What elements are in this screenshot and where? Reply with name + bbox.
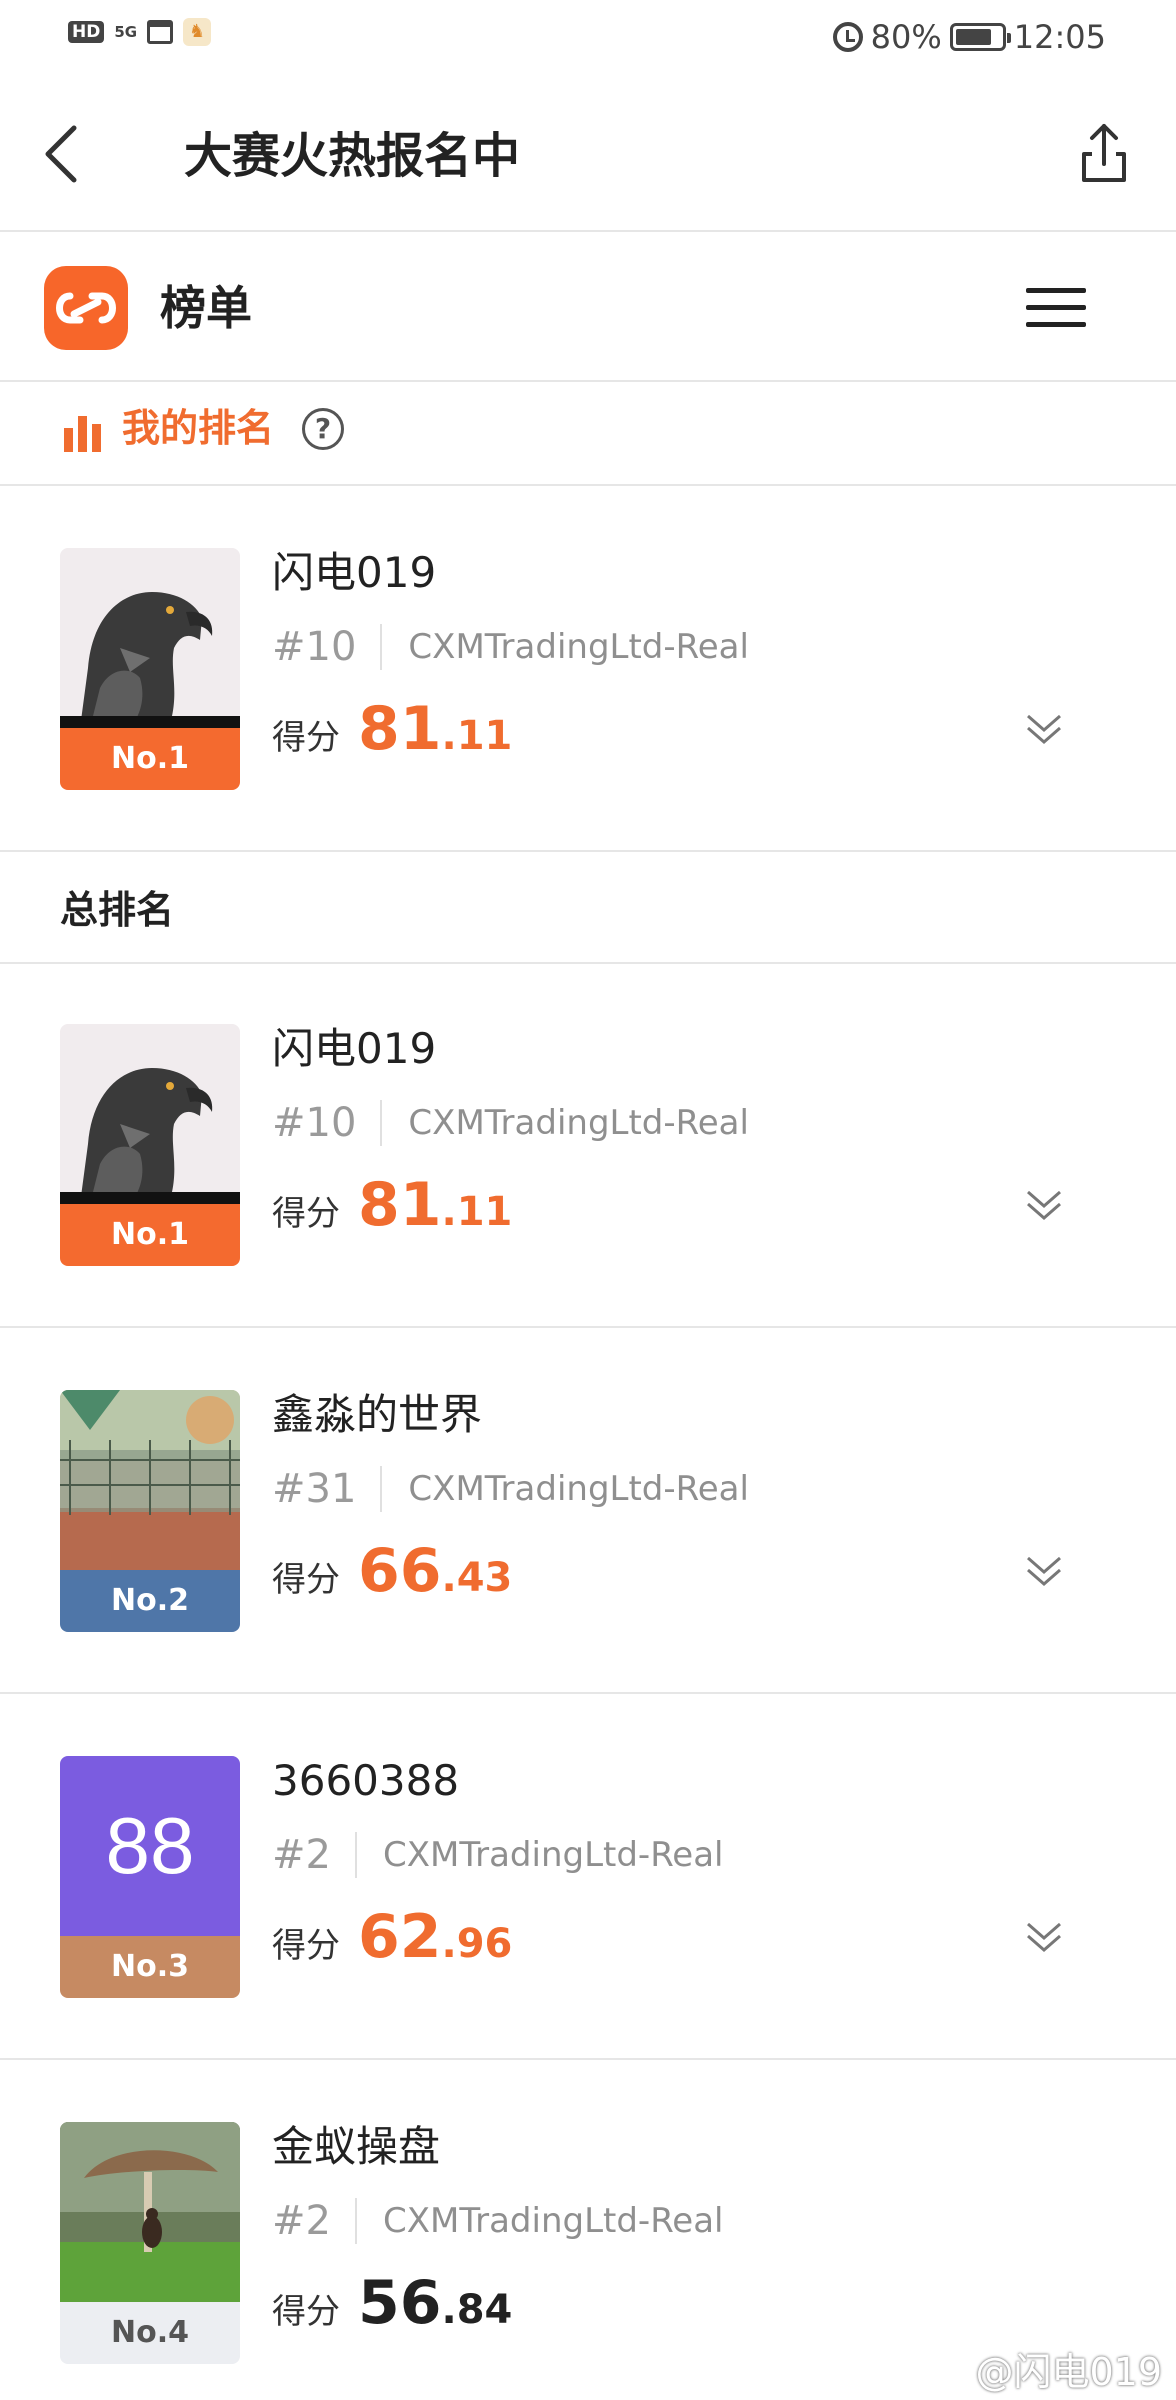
title-bar: 大赛火热报名中 xyxy=(0,100,1176,232)
score-integer: 62 xyxy=(358,1902,442,1972)
my-rank-section: 我的排名 ? xyxy=(0,384,1176,486)
server-name: CXMTradingLtd-Real xyxy=(382,2201,724,2241)
score-label: 得分 xyxy=(272,1560,340,1600)
score-label: 得分 xyxy=(272,1926,340,1966)
score-integer: 81 xyxy=(358,694,442,764)
player-number: #2 xyxy=(272,2198,331,2244)
score-decimal: .43 xyxy=(441,1555,513,1601)
divider xyxy=(354,1832,357,1878)
score-integer: 66 xyxy=(358,1536,442,1606)
rank-badge: No.1 xyxy=(60,728,240,790)
player-name: 鑫淼的世界 xyxy=(272,1390,483,1439)
expand-chevron-icon[interactable] xyxy=(1024,1552,1064,1592)
battery-percent: 80% xyxy=(870,18,942,56)
rank-badge: No.4 xyxy=(60,2302,240,2364)
court-avatar-image xyxy=(60,1390,240,1570)
divider xyxy=(380,1100,383,1146)
score: 得分 66 .43 xyxy=(272,1536,512,1612)
player-name: 3660388 xyxy=(272,1756,460,1805)
score-decimal: .96 xyxy=(441,1921,513,1967)
score: 得分 81 .11 xyxy=(272,1170,512,1246)
player-number: #31 xyxy=(272,1466,357,1512)
battery-fill xyxy=(955,29,991,45)
server-name: CXMTradingLtd-Real xyxy=(408,1103,749,1143)
clock: 12:05 xyxy=(1013,18,1106,56)
score-decimal: .11 xyxy=(441,1189,513,1235)
score: 得分 56 .84 xyxy=(272,2268,512,2344)
avatar: No.4 xyxy=(60,2122,240,2364)
battery-icon xyxy=(949,23,1011,51)
eagle-avatar-image xyxy=(60,548,240,728)
score-label: 得分 xyxy=(272,1194,340,1234)
status-bar: HD 5G ♞ 80% 12:05 xyxy=(0,0,1176,72)
leaderboard-header: 榜单 xyxy=(0,234,1176,382)
score-label: 得分 xyxy=(272,718,340,758)
divider xyxy=(354,2198,357,2244)
ranking-card[interactable]: 88 No.3 3660388 #2 CXMTradingLtd-Real 得分… xyxy=(0,1696,1176,2060)
player-number: #10 xyxy=(272,1100,357,1146)
player-name: 金蚁操盘 xyxy=(272,2122,441,2171)
rank-badge: No.1 xyxy=(60,1204,240,1266)
rank-badge: No.2 xyxy=(60,1570,240,1632)
score: 得分 62 .96 xyxy=(272,1902,512,1978)
server-name: CXMTradingLtd-Real xyxy=(408,1469,749,1509)
score-decimal: .11 xyxy=(441,713,513,759)
my-rank-card[interactable]: No.1 闪电019 #10 CXMTradingLtd-Real 得分 81 … xyxy=(0,488,1176,852)
player-name: 闪电019 xyxy=(272,548,437,597)
avatar: No.1 xyxy=(60,548,240,790)
overall-ranking-label: 总排名 xyxy=(60,888,175,932)
player-meta: #2 CXMTradingLtd-Real xyxy=(272,2196,724,2246)
avatar: No.1 xyxy=(60,1024,240,1266)
divider xyxy=(380,1466,383,1512)
player-meta: #10 CXMTradingLtd-Real xyxy=(272,1098,749,1148)
rank-badge: No.3 xyxy=(60,1936,240,1998)
back-arrow-icon[interactable] xyxy=(40,122,84,186)
watermark: @闪电019 xyxy=(975,2350,1162,2394)
brand-logo-icon xyxy=(44,266,128,350)
app-notification-icon: ♞ xyxy=(183,18,212,46)
avatar: No.2 xyxy=(60,1390,240,1632)
signal-icon: 5G xyxy=(114,23,138,41)
hamburger-menu-icon[interactable] xyxy=(1026,288,1086,330)
expand-chevron-icon[interactable] xyxy=(1024,1186,1064,1226)
player-number: #10 xyxy=(272,624,357,670)
text-avatar: 88 xyxy=(60,1756,240,1936)
status-right: 80% 12:05 xyxy=(832,18,1106,56)
calendar-icon xyxy=(147,20,174,44)
share-icon[interactable] xyxy=(1076,118,1132,186)
divider xyxy=(380,624,383,670)
my-rank-label: 我的排名 xyxy=(122,406,275,450)
page-title: 大赛火热报名中 xyxy=(184,128,521,184)
player-meta: #2 CXMTradingLtd-Real xyxy=(272,1830,724,1880)
score: 得分 81 .11 xyxy=(272,694,512,770)
player-name: 闪电019 xyxy=(272,1024,437,1073)
server-name: CXMTradingLtd-Real xyxy=(408,627,749,667)
player-meta: #31 CXMTradingLtd-Real xyxy=(272,1464,749,1514)
score-integer: 56 xyxy=(358,2268,442,2338)
avatar: 88 No.3 xyxy=(60,1756,240,1998)
overall-ranking-section: 总排名 xyxy=(0,852,1176,964)
mushroom-avatar-image xyxy=(60,2122,240,2302)
score-label: 得分 xyxy=(272,2292,340,2332)
score-integer: 81 xyxy=(358,1170,442,1240)
eagle-avatar-image xyxy=(60,1024,240,1204)
server-name: CXMTradingLtd-Real xyxy=(382,1835,724,1875)
ranking-card[interactable]: No.1 闪电019 #10 CXMTradingLtd-Real 得分 81 … xyxy=(0,964,1176,1328)
alarm-icon xyxy=(832,22,863,52)
help-icon[interactable]: ? xyxy=(302,408,344,450)
bar-chart-icon xyxy=(62,410,104,452)
player-meta: #10 CXMTradingLtd-Real xyxy=(272,622,749,672)
leaderboard-title: 榜单 xyxy=(160,281,252,335)
player-number: #2 xyxy=(272,1832,331,1878)
expand-chevron-icon[interactable] xyxy=(1024,1918,1064,1958)
status-left: HD 5G ♞ xyxy=(68,18,212,46)
ranking-card[interactable]: No.2 鑫淼的世界 #31 CXMTradingLtd-Real 得分 66 … xyxy=(0,1330,1176,1694)
score-decimal: .84 xyxy=(441,2287,513,2333)
hd-indicator: HD xyxy=(68,21,105,43)
avatar-text: 88 xyxy=(105,1801,195,1890)
expand-chevron-icon[interactable] xyxy=(1024,710,1064,750)
